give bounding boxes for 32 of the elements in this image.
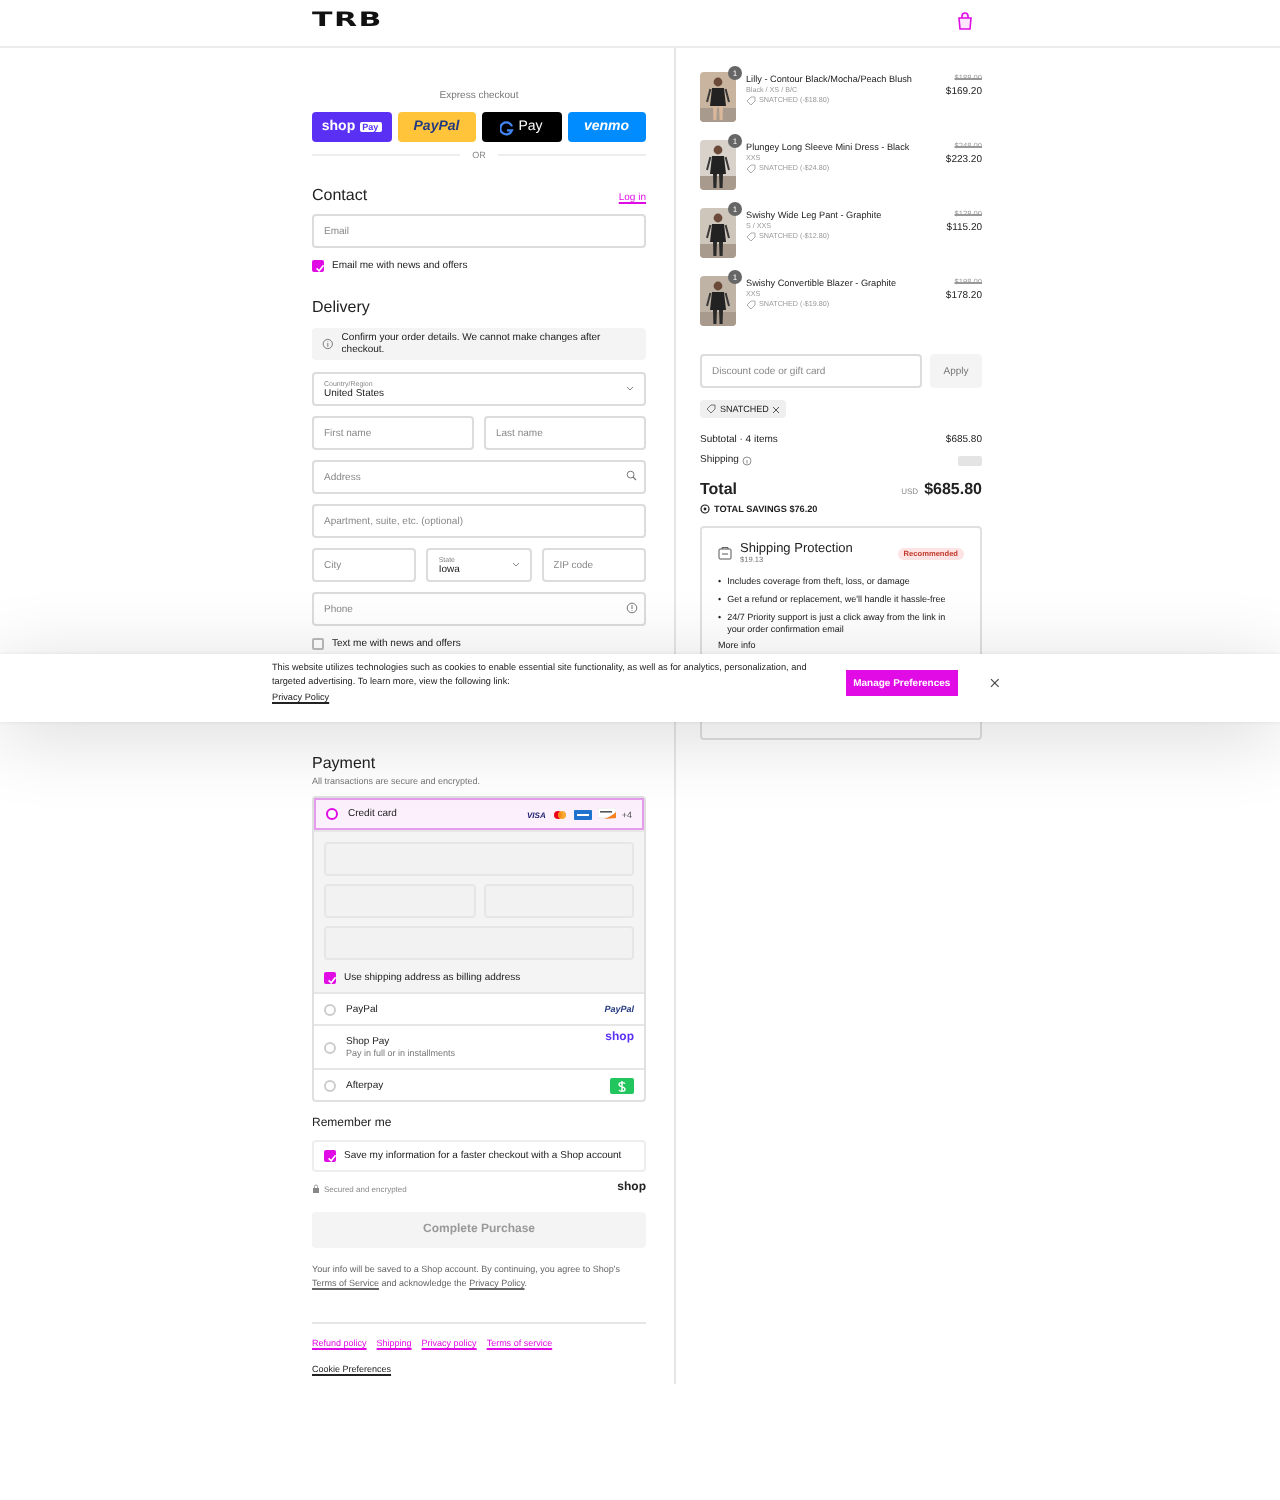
radio-button[interactable]	[326, 808, 338, 820]
close-icon[interactable]	[772, 405, 781, 413]
radio-button[interactable]	[324, 1041, 336, 1053]
g-icon	[500, 119, 515, 135]
close-icon[interactable]	[990, 678, 1000, 689]
dollar-icon	[610, 1077, 634, 1093]
loading-placeholder	[958, 455, 982, 465]
lock-icon	[312, 1183, 320, 1193]
radio-button[interactable]	[324, 1003, 336, 1015]
total-label: Total	[700, 480, 738, 498]
credit-card-icon	[597, 808, 616, 820]
check-icon	[313, 261, 325, 273]
check-icon	[325, 973, 337, 985]
radio-button[interactable]	[324, 1079, 336, 1091]
section-heading: Contact	[312, 186, 368, 204]
checkbox[interactable]	[324, 1150, 336, 1162]
info-icon	[322, 338, 334, 350]
package-icon	[718, 546, 732, 560]
checkbox[interactable]	[312, 260, 324, 272]
shopping-bag-icon[interactable]	[956, 12, 974, 32]
section-heading: Payment	[312, 754, 376, 772]
help-icon	[742, 455, 753, 465]
help-icon	[626, 602, 638, 614]
checkbox[interactable]	[324, 972, 336, 984]
search-icon	[626, 470, 638, 482]
card-circles-icon	[551, 809, 568, 819]
brand-logo[interactable]: TRB	[312, 12, 383, 32]
total-value: $685.80	[924, 480, 982, 498]
checkbox[interactable]	[312, 638, 324, 650]
credit-card-icon	[573, 809, 592, 819]
check-icon	[325, 1151, 337, 1163]
section-heading: Delivery	[312, 298, 370, 316]
